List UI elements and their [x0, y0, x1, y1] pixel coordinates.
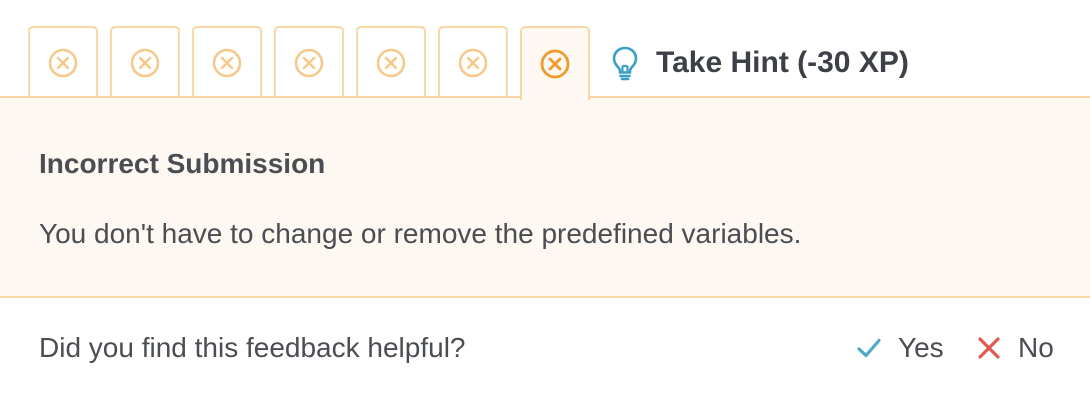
- helpful-question: Did you find this feedback helpful?: [39, 332, 466, 363]
- attempt-tab-1[interactable]: [28, 26, 98, 97]
- yes-button[interactable]: Yes: [856, 328, 944, 368]
- attempt-tab-6[interactable]: [438, 26, 508, 97]
- attempt-tab-3[interactable]: [192, 26, 262, 97]
- x-circle-icon: [212, 48, 242, 77]
- x-circle-icon: [540, 49, 570, 79]
- x-circle-icon: [458, 48, 488, 77]
- take-hint-button[interactable]: Take Hint (-30 XP): [610, 40, 909, 86]
- x-circle-icon: [130, 48, 160, 77]
- x-circle-icon: [376, 48, 406, 77]
- feedback-widget: Take Hint (-30 XP) Incorrect Submission …: [0, 0, 1090, 420]
- x-circle-icon: [48, 48, 78, 77]
- attempt-tab-5[interactable]: [356, 26, 426, 97]
- checkmark-icon: [857, 338, 881, 358]
- feedback-panel: Incorrect Submission You don't have to c…: [0, 98, 1090, 298]
- yes-label: Yes: [898, 332, 944, 363]
- no-label: No: [1018, 332, 1054, 363]
- attempt-tab-7-active[interactable]: [520, 26, 590, 100]
- no-button[interactable]: No: [976, 328, 1054, 368]
- take-hint-label: Take Hint (-30 XP): [656, 46, 909, 79]
- feedback-title: Incorrect Submission: [39, 148, 326, 179]
- attempt-tab-4[interactable]: [274, 26, 344, 97]
- feedback-message: You don't have to change or remove the p…: [39, 218, 802, 249]
- lightbulb-icon: [612, 46, 638, 81]
- attempt-tabs: Take Hint (-30 XP): [0, 0, 1090, 100]
- x-circle-icon: [294, 48, 324, 77]
- helpful-prompt: Did you find this feedback helpful? Yes …: [0, 298, 1090, 402]
- x-icon: [978, 337, 1000, 359]
- attempt-tab-2[interactable]: [110, 26, 180, 97]
